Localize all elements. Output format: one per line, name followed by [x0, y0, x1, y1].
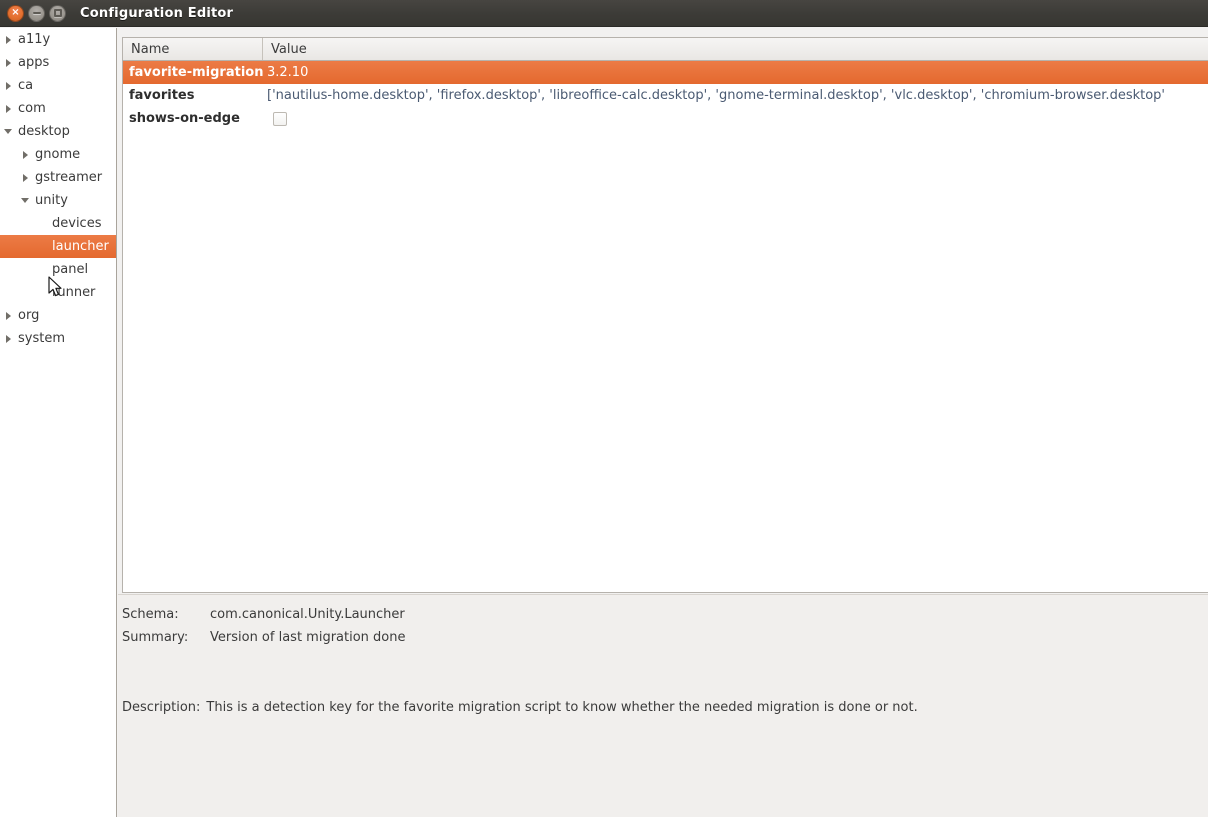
column-header-value[interactable]: Value [263, 38, 1208, 60]
description-line: Description: This is a detection key for… [122, 700, 1208, 715]
table-header: Name Value [123, 38, 1208, 61]
chevron-down-glyph [21, 198, 29, 203]
sidebar-item-apps[interactable]: apps [0, 51, 116, 74]
key-value-cell[interactable]: 3.2.10 [263, 65, 1208, 80]
chevron-right-icon[interactable] [0, 311, 16, 320]
sidebar-item-panel[interactable]: panel [0, 258, 116, 281]
schema-label: Schema: [122, 607, 179, 622]
value-checkbox[interactable] [273, 111, 287, 126]
schema-tree-sidebar[interactable]: a11y apps ca com desktop gnome gstreamer unity d… [0, 28, 117, 817]
sidebar-item-launcher[interactable]: launcher [0, 235, 116, 258]
sidebar-item-label: org [18, 308, 40, 323]
chevron-right-glyph [5, 35, 11, 44]
table-row[interactable]: favorite-migration 3.2.10 [123, 61, 1208, 84]
chevron-right-icon[interactable] [17, 173, 33, 182]
table-row[interactable]: favorites ['nautilus-home.desktop', 'fire… [123, 84, 1208, 107]
sidebar-item-devices[interactable]: devices [0, 212, 116, 235]
chevron-right-icon[interactable] [0, 81, 16, 90]
chevron-right-glyph [22, 150, 28, 159]
chevron-right-glyph [5, 334, 11, 343]
sidebar-item-org[interactable]: org [0, 304, 116, 327]
titlebar: × Configuration Editor [0, 0, 1208, 27]
maximize-icon[interactable] [49, 4, 66, 22]
sidebar-item-label: com [18, 101, 46, 116]
sidebar-item-com[interactable]: com [0, 97, 116, 120]
chevron-right-glyph [5, 81, 11, 90]
sidebar-item-label: unity [35, 193, 68, 208]
summary-value: Version of last migration done [210, 630, 406, 645]
sidebar-item-gnome[interactable]: gnome [0, 143, 116, 166]
key-value-cell[interactable] [263, 111, 1208, 126]
close-icon[interactable]: × [7, 4, 24, 22]
table-body: favorite-migration 3.2.10 favorites ['nauti… [123, 61, 1208, 130]
sidebar-item-label: apps [18, 55, 50, 70]
chevron-right-icon[interactable] [0, 334, 16, 343]
sidebar-item-label: runner [52, 285, 96, 300]
summary-label: Summary: [122, 630, 189, 645]
sidebar-item-ca[interactable]: ca [0, 74, 116, 97]
sidebar-item-label: gnome [35, 147, 81, 162]
sidebar-item-label: panel [52, 262, 89, 277]
chevron-right-glyph [5, 311, 11, 320]
table-row[interactable]: shows-on-edge [123, 107, 1208, 130]
sidebar-item-label: launcher [52, 239, 109, 254]
chevron-right-glyph [22, 173, 28, 182]
keys-table[interactable]: Name Value favorite-migration 3.2.10 favor… [122, 37, 1208, 593]
description-label: Description: [122, 700, 201, 715]
schema-value: com.canonical.Unity.Launcher [210, 607, 405, 622]
configuration-editor-window: × Configuration Editor a11y apps ca com desk… [0, 0, 1208, 817]
chevron-down-icon[interactable] [0, 129, 16, 134]
minimize-glyph [32, 12, 41, 14]
sidebar-item-label: devices [52, 216, 102, 231]
close-glyph: × [11, 7, 20, 18]
sidebar-item-label: ca [18, 78, 34, 93]
description-value: This is a detection key for the favorite… [206, 700, 918, 715]
sidebar-item-label: system [18, 331, 65, 346]
chevron-right-glyph [5, 104, 11, 113]
chevron-down-icon[interactable] [17, 198, 33, 203]
sidebar-item-label: gstreamer [35, 170, 103, 185]
schema-line: Schema: com.canonical.Unity.Launcher [122, 603, 1208, 626]
chevron-right-icon[interactable] [0, 58, 16, 67]
sidebar-item-gstreamer[interactable]: gstreamer [0, 166, 116, 189]
maximize-glyph [53, 9, 62, 17]
summary-line: Summary: Version of last migration done [122, 626, 1208, 649]
tree-body: a11y apps ca com desktop gnome gstreamer unity d… [0, 28, 116, 350]
key-name-cell: shows-on-edge [129, 111, 240, 126]
chevron-right-icon[interactable] [0, 35, 16, 44]
sidebar-item-label: a11y [18, 32, 51, 47]
sidebar-item-a11y[interactable]: a11y [0, 28, 116, 51]
sidebar-item-runner[interactable]: runner [0, 281, 116, 304]
key-value-cell[interactable]: ['nautilus-home.desktop', 'firefox.deskt… [263, 88, 1208, 103]
column-header-name[interactable]: Name [123, 38, 263, 60]
sidebar-item-unity[interactable]: unity [0, 189, 116, 212]
sidebar-item-label: desktop [18, 124, 70, 139]
chevron-right-icon[interactable] [0, 104, 16, 113]
key-name-cell: favorite-migration [129, 65, 263, 80]
key-info-panel: Schema: com.canonical.Unity.Launcher Sum… [118, 594, 1208, 817]
chevron-right-glyph [5, 58, 11, 67]
sidebar-item-system[interactable]: system [0, 327, 116, 350]
key-name-cell: favorites [129, 88, 195, 103]
sidebar-item-desktop[interactable]: desktop [0, 120, 116, 143]
minimize-icon[interactable] [28, 4, 45, 22]
chevron-down-glyph [4, 129, 12, 134]
chevron-right-icon[interactable] [17, 150, 33, 159]
window-controls: × [7, 4, 66, 22]
window-title: Configuration Editor [80, 5, 234, 21]
